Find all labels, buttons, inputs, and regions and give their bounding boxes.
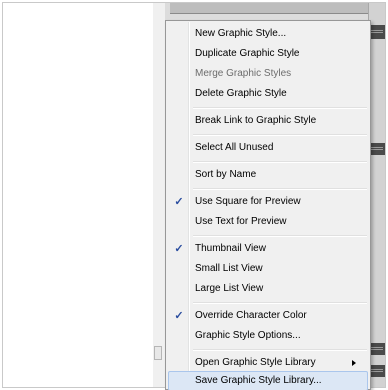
menu-item-label: Delete Graphic Style <box>195 88 287 99</box>
menu-item-open-graphic-style-library[interactable]: Open Graphic Style Library <box>168 353 368 373</box>
menu-item-label: Use Square for Preview <box>195 196 301 207</box>
menu-separator <box>193 349 367 351</box>
submenu-arrow-icon <box>352 360 356 366</box>
menu-item-use-square-for-preview[interactable]: ✓ Use Square for Preview <box>168 192 368 212</box>
graphic-styles-flyout-menu: New Graphic Style... Duplicate Graphic S… <box>165 20 371 390</box>
grip-icon-3 <box>371 347 383 350</box>
menu-item-label: Open Graphic Style Library <box>195 357 316 368</box>
menu-item-select-all-unused[interactable]: Select All Unused <box>168 138 368 158</box>
menu-item-label: Save Graphic Style Library... <box>195 375 322 386</box>
panel-dock-gap <box>153 3 165 387</box>
menu-item-label: Override Character Color <box>195 310 307 321</box>
menu-item-small-list-view[interactable]: Small List View <box>168 259 368 279</box>
grip-icon <box>371 30 383 33</box>
app-window: New Graphic Style... Duplicate Graphic S… <box>0 0 388 390</box>
menu-item-label: Graphic Style Options... <box>195 330 301 341</box>
menu-separator <box>193 107 367 109</box>
menu-item-label: Sort by Name <box>195 169 257 180</box>
menu-item-label: Select All Unused <box>195 142 274 153</box>
grip-icon-4 <box>371 369 383 372</box>
menu-separator <box>193 235 367 237</box>
menu-separator <box>193 302 367 304</box>
menu-item-label: Thumbnail View <box>195 243 266 254</box>
menu-item-label: Break Link to Graphic Style <box>195 115 317 126</box>
menu-item-duplicate-graphic-style[interactable]: Duplicate Graphic Style <box>168 44 368 64</box>
checkmark-icon: ✓ <box>174 310 184 322</box>
menu-item-label: Small List View <box>195 263 263 274</box>
checkmark-icon: ✓ <box>174 196 184 208</box>
menu-item-large-list-view[interactable]: Large List View <box>168 279 368 299</box>
checkmark-icon: ✓ <box>174 243 184 255</box>
menu-item-use-text-for-preview[interactable]: Use Text for Preview <box>168 212 368 232</box>
artboard-canvas[interactable] <box>3 3 154 387</box>
menu-separator <box>193 188 367 190</box>
menu-item-merge-graphic-styles: Merge Graphic Styles <box>168 64 368 84</box>
menu-item-label: New Graphic Style... <box>195 28 287 39</box>
menu-separator <box>193 161 367 163</box>
grip-icon-2 <box>371 147 383 150</box>
resize-handle[interactable] <box>154 346 162 360</box>
menu-item-label: Large List View <box>195 283 264 294</box>
menu-separator <box>193 134 367 136</box>
menu-item-delete-graphic-style[interactable]: Delete Graphic Style <box>168 84 368 104</box>
menu-item-override-character-color[interactable]: ✓ Override Character Color <box>168 306 368 326</box>
menu-item-graphic-style-options[interactable]: Graphic Style Options... <box>168 326 368 346</box>
menu-item-label: Use Text for Preview <box>195 216 287 227</box>
menu-item-save-graphic-style-library[interactable]: Save Graphic Style Library... <box>168 371 368 390</box>
menu-item-label: Merge Graphic Styles <box>195 68 292 79</box>
menu-item-break-link[interactable]: Break Link to Graphic Style <box>168 111 368 131</box>
menu-item-label: Duplicate Graphic Style <box>195 48 300 59</box>
menu-item-new-graphic-style[interactable]: New Graphic Style... <box>168 24 368 44</box>
menu-item-sort-by-name[interactable]: Sort by Name <box>168 165 368 185</box>
panel-title-strip[interactable] <box>170 3 370 14</box>
menu-item-thumbnail-view[interactable]: ✓ Thumbnail View <box>168 239 368 259</box>
